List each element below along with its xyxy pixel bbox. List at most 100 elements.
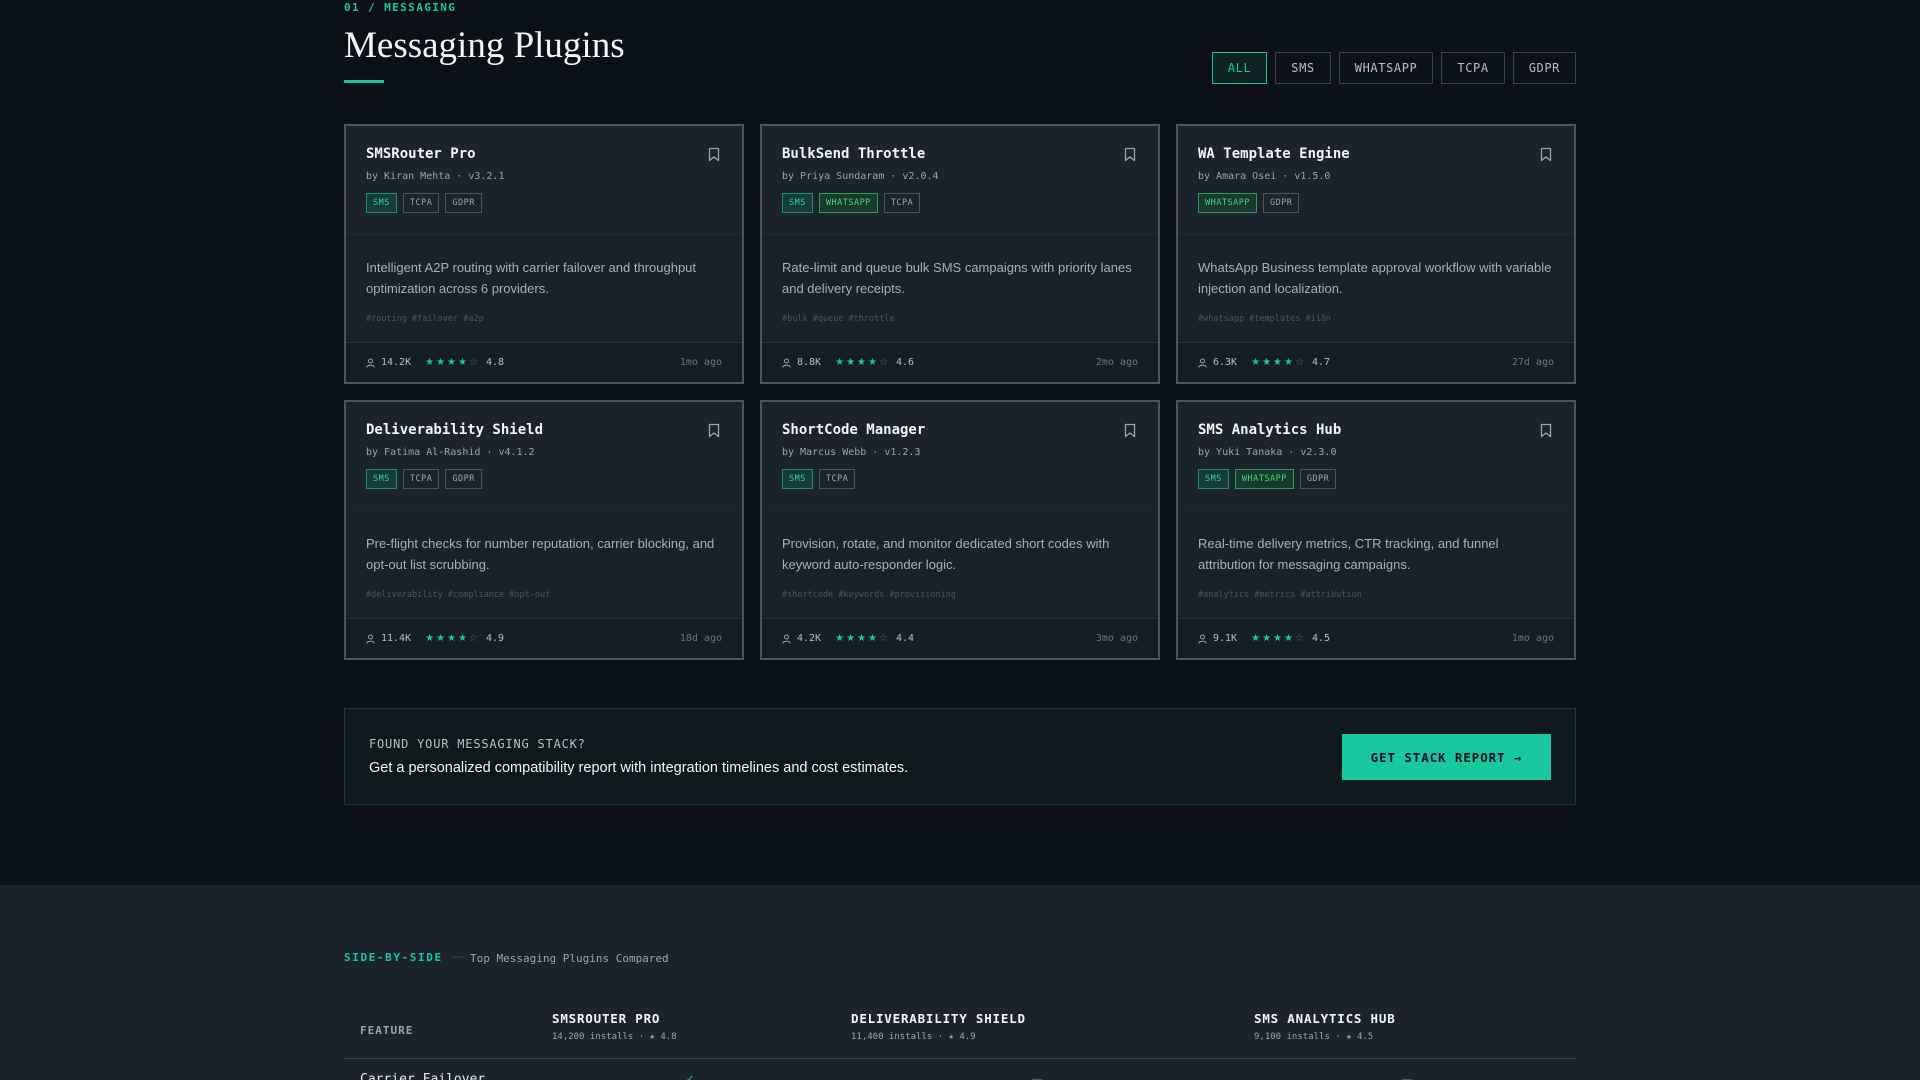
tag-list: SMS WHATSAPP GDPR: [1198, 469, 1554, 489]
star-rating: ★ ★ ★ ★ ☆: [1251, 357, 1304, 368]
star-rating: ★ ★ ★ ★ ☆: [425, 633, 478, 644]
plugin-hashtags: #bulk #queue #throttle: [782, 314, 895, 324]
plugin-card[interactable]: SMS Analytics Hub by Yuki Tanaka · v2.3.…: [1176, 400, 1576, 660]
plugin-description: Pre-flight checks for number reputation,…: [366, 536, 715, 572]
star-icon: ★: [447, 357, 457, 368]
plugin-card[interactable]: ShortCode Manager by Marcus Webb · v1.2.…: [760, 400, 1160, 660]
bookmark-icon[interactable]: [1124, 147, 1136, 162]
plugin-name[interactable]: SMSRouter Pro: [366, 146, 722, 162]
install-count-value: 4.2K: [797, 633, 822, 644]
plugin-name[interactable]: Deliverability Shield: [366, 422, 722, 438]
plugin-description: Intelligent A2P routing with carrier fai…: [366, 260, 697, 296]
breadcrumb-eyebrow: 01 / MESSAGING: [344, 1, 457, 14]
star-icon: ★: [835, 357, 845, 368]
card-body: Real-time delivery metrics, CTR tracking…: [1178, 510, 1574, 618]
comparison-separator: —: [452, 951, 463, 963]
feature-column-label: FEATURE: [360, 1024, 414, 1037]
plugin-author-version: by Fatima Al-Rashid · v4.1.2: [366, 447, 535, 458]
plugin-card[interactable]: SMSRouter Pro by Kiran Mehta · v3.2.1 SM…: [344, 124, 744, 384]
filter-bar: ALL SMS WHATSAPP TCPA GDPR: [1211, 52, 1576, 84]
star-icon: ★: [1284, 357, 1293, 368]
star-icon: ★: [425, 357, 435, 368]
filter-sms[interactable]: SMS: [1275, 52, 1331, 84]
plugin-card[interactable]: WA Template Engine by Amara Osei · v1.5.…: [1176, 124, 1576, 384]
bookmark-icon[interactable]: [1540, 147, 1552, 162]
tag-gdpr[interactable]: GDPR: [1299, 469, 1337, 489]
filter-whatsapp[interactable]: WHATSAPP: [1338, 52, 1434, 84]
star-icon: ★: [1251, 633, 1261, 644]
updated-time: 2mo ago: [1095, 357, 1138, 368]
tag-gdpr[interactable]: GDPR: [445, 193, 482, 213]
tag-list: SMS TCPA GDPR: [366, 193, 722, 213]
filter-gdpr[interactable]: GDPR: [1512, 52, 1576, 84]
updated-time: 27d ago: [1511, 357, 1554, 368]
cta-eyebrow: FOUND YOUR MESSAGING STACK?: [369, 737, 586, 751]
filter-all[interactable]: ALL: [1211, 52, 1268, 84]
bookmark-icon[interactable]: [1124, 423, 1136, 438]
tag-whatsapp[interactable]: WHATSAPP: [1234, 469, 1294, 489]
rating-value: 4.4: [895, 633, 914, 644]
plugin-name[interactable]: BulkSend Throttle: [782, 146, 1138, 162]
tag-list: SMS TCPA GDPR: [366, 469, 722, 489]
comparison-eyebrow: SIDE-BY-SIDE: [344, 951, 443, 964]
bookmark-icon[interactable]: [708, 147, 720, 162]
card-footer: 11.4K ★ ★ ★ ★ ☆ 4.9 18d ago: [346, 618, 742, 658]
comparison-section: SIDE-BY-SIDE — Top Messaging Plugins Com…: [0, 885, 1920, 1080]
plugin-name[interactable]: SMS Analytics Hub: [1198, 422, 1554, 438]
plugin-author-version: by Kiran Mehta · v3.2.1: [366, 171, 505, 182]
star-icon: ★: [436, 357, 446, 368]
install-count-value: 8.8K: [797, 357, 822, 368]
tag-sms[interactable]: SMS: [366, 469, 397, 489]
card-footer: 14.2K ★ ★ ★ ★ ☆ 4.8 1mo ago: [346, 342, 742, 382]
star-icon: ★: [1262, 357, 1272, 368]
updated-time: 1mo ago: [679, 357, 722, 368]
tag-sms[interactable]: SMS: [782, 193, 813, 213]
card-body: WhatsApp Business template approval work…: [1178, 234, 1574, 342]
plugin-hashtags: #routing #failover #a2p: [366, 314, 484, 324]
star-empty-icon: ☆: [878, 357, 888, 368]
tag-whatsapp[interactable]: WHATSAPP: [1198, 193, 1257, 213]
tag-tcpa[interactable]: TCPA: [818, 469, 856, 489]
updated-time: 1mo ago: [1511, 633, 1554, 644]
tag-tcpa[interactable]: TCPA: [883, 193, 921, 213]
card-body: Intelligent A2P routing with carrier fai…: [346, 234, 742, 342]
star-icon: ★: [436, 633, 446, 644]
star-empty-icon: ☆: [1294, 633, 1304, 644]
card-footer: 4.2K ★ ★ ★ ★ ☆ 4.4 3mo ago: [762, 618, 1158, 658]
tag-sms[interactable]: SMS: [782, 469, 813, 489]
tag-whatsapp[interactable]: WHATSAPP: [818, 193, 878, 213]
tag-sms[interactable]: SMS: [366, 193, 397, 213]
plugin-name[interactable]: ShortCode Manager: [782, 422, 1138, 438]
card-header: ShortCode Manager by Marcus Webb · v1.2.…: [762, 402, 1158, 510]
compare-col-3: SMS ANALYTICS HUB 9,100 installs · ★ 4.5: [1254, 1011, 1396, 1042]
user-icon: [366, 358, 375, 368]
user-icon: [1198, 634, 1207, 644]
bookmark-icon[interactable]: [1540, 423, 1552, 438]
get-stack-report-button[interactable]: GET STACK REPORT →: [1342, 734, 1551, 780]
comparison-subtitle: Top Messaging Plugins Compared: [470, 952, 669, 965]
star-rating: ★ ★ ★ ★ ☆: [835, 357, 888, 368]
install-count: 11.4K: [366, 633, 411, 644]
card-header: SMS Analytics Hub by Yuki Tanaka · v2.3.…: [1178, 402, 1574, 510]
title-underline: [344, 80, 384, 83]
tag-tcpa[interactable]: TCPA: [402, 469, 440, 489]
plugin-card[interactable]: BulkSend Throttle by Priya Sundaram · v2…: [760, 124, 1160, 384]
compare-cell: —: [1402, 1074, 1412, 1080]
install-count: 6.3K: [1198, 357, 1237, 368]
star-rating: ★ ★ ★ ★ ☆: [1251, 633, 1304, 644]
bookmark-icon[interactable]: [708, 423, 720, 438]
tag-sms[interactable]: SMS: [1198, 469, 1229, 489]
tag-gdpr[interactable]: GDPR: [445, 469, 482, 489]
star-icon: ★: [1262, 633, 1272, 644]
plugin-author-version: by Yuki Tanaka · v2.3.0: [1198, 447, 1337, 458]
plugin-author-version: by Priya Sundaram · v2.0.4: [782, 171, 939, 182]
filter-tcpa[interactable]: TCPA: [1441, 52, 1505, 84]
user-icon: [1198, 358, 1207, 368]
tag-list: SMS TCPA: [782, 469, 1138, 489]
plugin-card[interactable]: Deliverability Shield by Fatima Al-Rashi…: [344, 400, 744, 660]
tag-gdpr[interactable]: GDPR: [1262, 193, 1300, 213]
tag-tcpa[interactable]: TCPA: [402, 193, 440, 213]
plugin-name[interactable]: WA Template Engine: [1198, 146, 1554, 162]
tag-list: WHATSAPP GDPR: [1198, 193, 1554, 213]
user-icon: [782, 358, 791, 368]
